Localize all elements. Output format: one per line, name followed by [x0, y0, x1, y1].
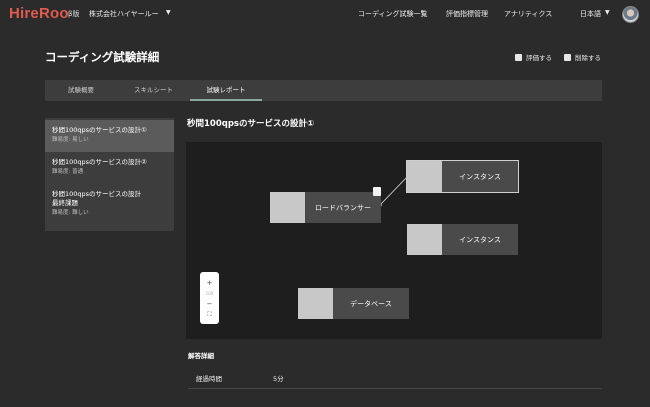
node-thumbnail — [270, 192, 305, 223]
elapsed-time-value: 5分 — [273, 375, 284, 383]
evaluate-button[interactable]: 評価する — [515, 52, 552, 62]
node-load-balancer[interactable]: ロードバランサー — [270, 192, 381, 223]
question-title: 秒間100qpsのサービスの設計 — [52, 190, 142, 198]
question-title: 秒間100qpsのサービスの設計① — [52, 126, 147, 134]
node-label: インスタンス — [459, 172, 501, 181]
company-selector[interactable]: 株式会社ハイヤールー — [89, 9, 159, 19]
note-icon[interactable] — [373, 187, 381, 196]
nav-analytics[interactable]: アナリティクス — [504, 9, 552, 19]
chevron-down-icon[interactable]: ▼ — [166, 9, 171, 16]
question-item[interactable]: 秒間100qpsのサービスの設計② 難易度: 普通 — [45, 152, 174, 184]
avatar[interactable] — [622, 6, 639, 23]
node-thumbnail — [407, 224, 442, 255]
node-instance-2[interactable]: インスタンス — [407, 224, 518, 255]
zoom-in-button[interactable]: + — [200, 279, 219, 287]
question-title: 秒間100qpsのサービスの設計② — [52, 158, 147, 166]
question-item[interactable]: 秒間100qpsのサービスの設計 最終課題 難易度: 難しい — [45, 184, 174, 226]
chevron-down-icon[interactable]: ▼ — [605, 9, 610, 16]
tab-skill-sheet[interactable]: スキルシート — [117, 80, 190, 101]
node-label: データベース — [350, 299, 392, 308]
trash-icon — [564, 53, 571, 61]
delete-button[interactable]: 削除する — [564, 52, 601, 62]
question-title-subline: 最終課題 — [52, 199, 78, 207]
nav-coding-tests[interactable]: コーディング試験一覧 — [358, 9, 428, 19]
nav-evaluation-metrics[interactable]: 評価指標管理 — [446, 9, 488, 19]
tab-overview[interactable]: 試験概要 — [45, 80, 117, 101]
evaluate-label: 評価する — [526, 54, 552, 62]
node-thumbnail — [407, 161, 442, 192]
question-difficulty: 難易度: 普通 — [52, 169, 84, 175]
tab-bar: 試験概要 スキルシート 試験レポート — [45, 80, 602, 101]
node-thumbnail — [298, 288, 333, 319]
node-label: ロードバランサー — [315, 203, 371, 212]
top-bar: HireRoo β版 株式会社ハイヤールー ▼ コーディング試験一覧 評価指標管… — [0, 0, 650, 28]
node-label: インスタンス — [459, 235, 501, 244]
fit-view-icon[interactable]: ⛶ — [200, 311, 219, 319]
language-selector[interactable]: 日本語 — [580, 9, 601, 19]
tab-report[interactable]: 試験レポート — [190, 80, 262, 101]
zoom-controls: + 100 − ⛶ — [200, 272, 219, 324]
node-database[interactable]: データベース — [298, 288, 409, 319]
zoom-out-button[interactable]: − — [200, 300, 219, 308]
node-instance-1[interactable]: インスタンス — [406, 160, 519, 193]
answer-details-title: 解答詳細 — [188, 352, 214, 360]
question-heading: 秒間100qpsのサービスの設計① — [187, 119, 315, 129]
delete-label: 削除する — [575, 54, 601, 62]
question-list: 秒間100qpsのサービスの設計① 難易度: 易しい 秒間100qpsのサービス… — [45, 118, 174, 231]
zoom-level: 100 — [205, 291, 214, 296]
question-item[interactable]: 秒間100qpsのサービスの設計① 難易度: 易しい — [45, 120, 174, 152]
question-difficulty: 難易度: 易しい — [52, 137, 89, 143]
page-title: コーディング試験詳細 — [45, 50, 160, 64]
logo[interactable]: HireRoo — [9, 5, 69, 22]
check-icon — [515, 53, 522, 61]
question-difficulty: 難易度: 難しい — [52, 210, 89, 216]
beta-badge: β版 — [68, 10, 80, 18]
elapsed-time-label: 経過時間 — [196, 375, 222, 383]
divider — [188, 388, 602, 389]
